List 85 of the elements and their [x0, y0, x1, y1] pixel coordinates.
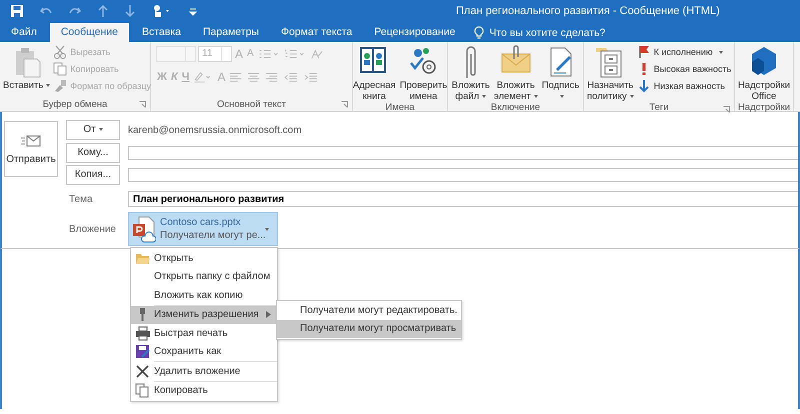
menu-item[interactable]: Удалить вложение — [131, 362, 277, 380]
cc-button[interactable]: Копия... — [66, 165, 120, 186]
ribbon-button[interactable]: Адресная книга — [352, 45, 397, 102]
ribbon-tab[interactable]: Сообщение — [50, 23, 129, 42]
ribbon-button-icon — [53, 62, 68, 76]
subject-field[interactable]: План регионального развития — [128, 191, 798, 208]
caret-icon — [46, 84, 50, 87]
ribbon-button[interactable]: К исполнению — [636, 45, 732, 59]
group-label: Имена — [385, 102, 415, 113]
ribbon-tab[interactable]: Файл — [0, 23, 48, 42]
menu-item[interactable]: Вложить как копию — [131, 286, 277, 304]
numbering-icon[interactable] — [284, 48, 305, 60]
ribbon-button-icon — [53, 45, 68, 59]
presentation-file-icon — [132, 215, 156, 244]
ribbon-button[interactable]: Вставить — [2, 45, 52, 91]
caret-icon — [534, 94, 538, 98]
ribbon-tab[interactable]: Параметры — [192, 23, 270, 42]
attachment-permission: Получатели могут ре... — [160, 230, 266, 242]
dialog-launcher-icon[interactable] — [723, 106, 730, 113]
menu-item-icon — [135, 364, 150, 379]
caret-icon — [560, 94, 564, 98]
dialog-launcher-icon[interactable] — [341, 101, 348, 108]
caret-icon[interactable] — [265, 228, 269, 232]
ribbon-button[interactable]: Вложить файл — [450, 45, 491, 102]
sender-address: karenb@onemsrussia.onmicrosoft.com — [128, 124, 302, 136]
attachment-name: Contoso cars.pptx — [160, 216, 242, 229]
group-label: Буфер обмена — [42, 98, 108, 110]
ribbon-button-icon — [636, 79, 651, 93]
align-center-icon[interactable] — [248, 71, 262, 83]
menu-item[interactable]: Копировать — [131, 382, 277, 400]
window-title: План регионального развития - Сообщение (HTML) — [456, 5, 720, 17]
ribbon-button[interactable]: Проверить имена — [398, 45, 448, 102]
from-button[interactable]: От — [66, 120, 120, 140]
to-field[interactable] — [128, 146, 798, 160]
menu-item-icon — [135, 326, 150, 341]
group-label: Надстройки — [738, 102, 790, 113]
ribbon-button[interactable]: Низкая важность — [636, 79, 732, 93]
save-icon[interactable] — [10, 4, 24, 18]
ribbon-button[interactable]: Высокая важность — [636, 62, 732, 76]
tell-me-field[interactable]: Что вы хотите сделать? — [474, 23, 640, 42]
ribbon-button[interactable]: Подпись — [540, 45, 580, 102]
dialog-launcher-icon[interactable] — [139, 101, 146, 108]
menu-item-icon — [135, 383, 150, 398]
group-label: Теги — [649, 102, 669, 113]
bullets-icon[interactable] — [258, 48, 279, 60]
ribbon-button-icon — [53, 79, 68, 93]
menu-item[interactable]: Открыть папку с файлом — [131, 268, 277, 286]
attachment-chip[interactable]: Contoso cars.pptx Получатели могут ре... — [128, 212, 278, 246]
menu-item[interactable]: Получатели могут просматривать — [277, 320, 461, 338]
down-arrow-icon[interactable] — [124, 4, 136, 18]
ribbon-button-icon — [636, 45, 651, 59]
group-label: Основной текст — [216, 98, 286, 110]
decrease-indent-icon[interactable] — [284, 71, 300, 83]
group-label: Включение — [490, 102, 540, 113]
menu-item[interactable]: Открыть — [131, 249, 277, 268]
ribbon-button[interactable]: Надстройки Office — [736, 45, 792, 102]
lightbulb-icon — [474, 26, 484, 39]
menu-item[interactable]: Изменить разрешения — [131, 306, 277, 324]
up-arrow-icon[interactable] — [97, 4, 109, 18]
styles-icon[interactable] — [310, 48, 324, 60]
cc-field[interactable] — [128, 168, 798, 182]
caret-icon — [482, 94, 486, 98]
menu-item[interactable]: Получатели могут редактировать. — [277, 302, 461, 320]
submenu-arrow-icon — [266, 311, 271, 318]
caret-icon — [98, 128, 103, 132]
ribbon-tab[interactable]: Вставка — [130, 23, 192, 42]
menu-item[interactable]: Быстрая печать — [131, 324, 277, 342]
increase-indent-icon[interactable] — [304, 71, 320, 83]
highlight-icon[interactable] — [194, 71, 213, 83]
align-left-icon[interactable] — [230, 71, 244, 83]
ribbon-tab[interactable]: Рецензирование — [363, 23, 466, 42]
ribbon-button-icon — [464, 45, 477, 79]
ribbon-tab[interactable]: Формат текста — [270, 23, 364, 42]
menu-item[interactable]: Сохранить как — [131, 342, 277, 361]
subject-label: Тема — [68, 194, 94, 205]
align-right-icon[interactable] — [266, 71, 280, 83]
menu-item-icon — [135, 344, 150, 360]
ribbon-button[interactable]: Назначить политику — [586, 45, 635, 102]
ribbon-button[interactable]: Вложить элемент — [492, 45, 539, 102]
caret-icon — [630, 94, 634, 98]
envelope-icon — [21, 134, 41, 148]
send-button[interactable]: Отправить — [4, 121, 58, 177]
attachment-label: Вложение — [68, 224, 117, 235]
to-button[interactable]: Кому... — [66, 142, 120, 163]
caret-icon — [718, 50, 723, 54]
